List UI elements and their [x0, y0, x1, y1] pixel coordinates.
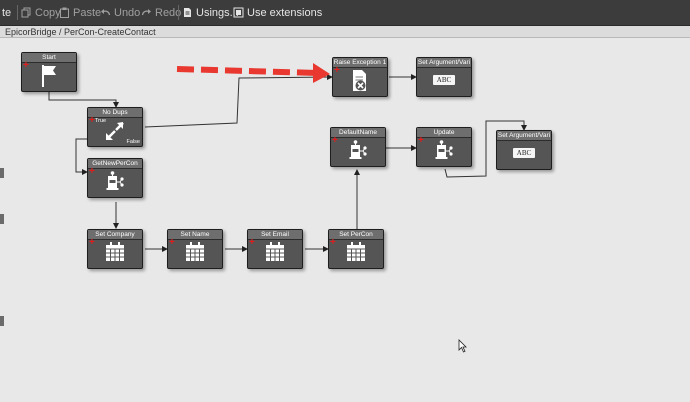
paste-label: Paste [73, 6, 102, 19]
document-error-icon [350, 69, 370, 98]
toolbar-partial-label: te [2, 6, 12, 19]
document-icon [182, 7, 193, 18]
abc-icon: ABC [513, 148, 535, 158]
add-icon[interactable]: + [334, 66, 340, 76]
copy-icon [21, 7, 32, 18]
activity-title: Set Email [248, 230, 302, 240]
breadcrumb: EpicorBridge / PerCon-CreateContact [0, 26, 690, 38]
undo-icon [100, 7, 111, 18]
activity-title: Set PerCon [329, 230, 383, 240]
add-icon[interactable]: + [249, 238, 255, 248]
activity-title: Start [22, 53, 76, 63]
connector-nodups-raise [144, 74, 333, 128]
use-extensions-button[interactable]: Use extensions [233, 0, 322, 25]
activity-title: Set Argument/Vari [417, 58, 471, 68]
activity-update[interactable]: Update + [416, 127, 472, 167]
diagonal-arrows-icon [104, 121, 126, 146]
calendar-grid-icon [264, 241, 286, 268]
undo-label: Undo [114, 6, 141, 19]
use-extensions-label: Use extensions [247, 6, 323, 19]
activity-title: Update [417, 128, 471, 138]
add-icon[interactable]: + [169, 238, 175, 248]
redo-icon [141, 7, 152, 18]
mouse-cursor-icon [458, 339, 467, 358]
activity-raise-exception[interactable]: Raise Exception 1 + [332, 57, 388, 97]
activity-default-name[interactable]: DefaultName + [330, 127, 386, 167]
usings-button[interactable]: Usings... [182, 0, 239, 25]
toolbar: te Copy Paste Undo Redo Usings... Use ex… [0, 0, 690, 26]
add-icon[interactable]: + [332, 136, 338, 146]
abc-icon: ABC [433, 75, 455, 85]
activity-title: DefaultName [331, 128, 385, 138]
copy-button[interactable]: Copy [21, 0, 61, 25]
method-call-icon [104, 170, 126, 197]
method-call-icon [347, 139, 369, 166]
annotation-arrow [176, 66, 318, 76]
extensions-icon [233, 7, 244, 18]
add-icon[interactable]: + [23, 61, 29, 71]
toolbar-separator [178, 5, 179, 20]
redo-button[interactable]: Redo [141, 0, 181, 25]
add-icon[interactable]: + [330, 238, 336, 248]
false-branch-label: False [126, 139, 140, 145]
connector-nodups-false [75, 138, 88, 175]
activity-set-argument-2[interactable]: Set Argument/Vari ABC [496, 130, 552, 170]
activity-title: No Dups [88, 108, 142, 118]
activity-no-dups[interactable]: No Dups + True False [87, 107, 143, 147]
toolbar-separator [17, 5, 18, 20]
activity-title: Set Name [168, 230, 222, 240]
undo-button[interactable]: Undo [100, 0, 140, 25]
add-icon[interactable]: + [89, 116, 95, 126]
activity-title: GetNewPerCon [88, 159, 142, 169]
method-call-icon [433, 139, 455, 166]
calendar-grid-icon [104, 241, 126, 268]
activity-set-argument-1[interactable]: Set Argument/Vari ABC [416, 57, 472, 97]
add-icon[interactable]: + [418, 136, 424, 146]
toolbar-partial-item[interactable]: te [2, 0, 11, 25]
activity-start[interactable]: Start + [21, 52, 77, 92]
activity-title: Raise Exception 1 [333, 58, 387, 68]
activity-set-name[interactable]: Set Name + [167, 229, 223, 269]
add-icon[interactable]: + [89, 167, 95, 177]
activity-set-per-con[interactable]: Set PerCon + [328, 229, 384, 269]
calendar-grid-icon [345, 241, 367, 268]
activity-set-company[interactable]: Set Company + [87, 229, 143, 269]
connector-start-nodups [48, 92, 119, 108]
add-icon[interactable]: + [89, 238, 95, 248]
flag-icon [40, 64, 58, 93]
annotation-arrowhead [313, 63, 330, 83]
breadcrumb-text: EpicorBridge / PerCon-CreateContact [5, 27, 156, 37]
activity-title: Set Company [88, 230, 142, 240]
workflow-canvas[interactable]: Start + No Dups + True False GetNewPerCo… [0, 39, 690, 402]
calendar-grid-icon [184, 241, 206, 268]
copy-label: Copy [35, 6, 61, 19]
activity-set-email[interactable]: Set Email + [247, 229, 303, 269]
activity-title: Set Argument/Vari [497, 131, 551, 141]
activity-get-new-per-con[interactable]: GetNewPerCon + [87, 158, 143, 198]
paste-button[interactable]: Paste [59, 0, 101, 25]
paste-icon [59, 7, 70, 18]
